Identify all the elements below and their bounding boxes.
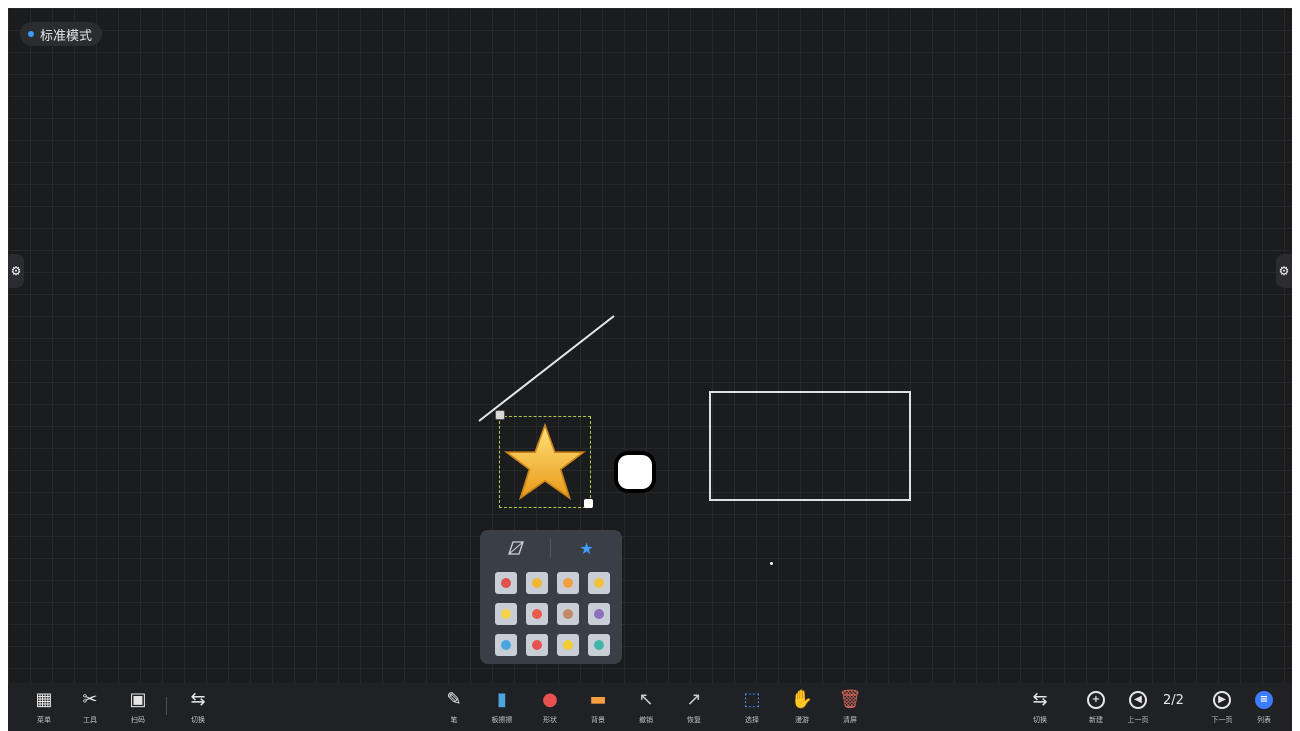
shape-label: 形状: [543, 716, 557, 724]
tools-label: 工具: [83, 716, 97, 724]
bottom-toolbar: 2/2 ▦ 菜单 ✂ 工具 ▣ 扫码 ⇆ 切换 ✎ 笔 ▮ 板擦擦 ● 形状 ▬ 背景 ↖ 撤销 ↗ 恢复 ⬚ 选择 ✋ 漫游…: [8, 683, 1292, 731]
tools-button[interactable]: ✂ 工具: [72, 687, 108, 725]
sticker-star-gold-icon[interactable]: [588, 572, 610, 594]
sticker-red-icon[interactable]: [495, 572, 517, 594]
scan-button[interactable]: ▣ 扫码: [120, 687, 156, 725]
roller-button[interactable]: ▬ 背景: [580, 687, 616, 725]
select-button[interactable]: ⬚ 选择: [734, 687, 770, 725]
prev-circle-icon: ◀: [1125, 687, 1151, 713]
list-button[interactable]: ≡ 列表: [1246, 687, 1282, 725]
panel-tab-divider: [550, 538, 551, 558]
hand-label: 漫游: [795, 716, 809, 724]
sticker-yellow-face-icon[interactable]: [526, 572, 548, 594]
new-page-label: 新建: [1089, 716, 1103, 724]
rounded-square-shape[interactable]: [618, 455, 652, 489]
switch-button[interactable]: ⇆ 切换: [180, 687, 216, 725]
selection-delete-handle[interactable]: [495, 410, 505, 420]
switch-label: 切换: [191, 716, 205, 724]
eraser-icon: ▮: [497, 689, 507, 710]
tools-icon: ✂: [82, 689, 98, 710]
plus-circle-icon: +: [1083, 687, 1109, 713]
whiteboard-window: 标准模式 ⚙ ⚙ ★ 2/2 ▦ 菜单 ✂ 工具 ▣ 扫码 ⇆ 切换 ✎ 笔 ▮…: [8, 8, 1292, 731]
redo-arrow-icon: ↗: [686, 689, 702, 710]
switch-icon: ⇆: [1032, 689, 1048, 710]
grid-apps-icon: ▦: [35, 689, 53, 710]
roller-icon: ▬: [589, 689, 607, 710]
sticker-pencil-icon[interactable]: [557, 603, 579, 625]
eraser-button[interactable]: ▮ 板擦擦: [484, 687, 520, 725]
point-mark[interactable]: [770, 562, 773, 565]
sticker-cloud-icon[interactable]: [588, 634, 610, 656]
pen-button[interactable]: ✎ 笔: [436, 687, 472, 725]
star-shape-selection[interactable]: [499, 416, 591, 508]
qr-icon: ▣: [129, 689, 147, 710]
sticker-red-face-icon[interactable]: [526, 603, 548, 625]
next-page-label: 下一页: [1211, 716, 1233, 724]
prev-page-button[interactable]: ◀ 上一页: [1120, 687, 1156, 725]
switch-right-button[interactable]: ⇆ 切换: [1022, 687, 1058, 725]
polygon-outline-icon: [507, 541, 524, 555]
pen-icon: ✎: [446, 689, 462, 710]
shape-outline-tab[interactable]: [480, 536, 551, 560]
switch-icon: ⇆: [190, 689, 206, 710]
drawing-layer: [478, 315, 615, 422]
list-circle-icon: ≡: [1251, 687, 1277, 713]
shape-panel: ★: [480, 530, 622, 664]
switch-right-label: 切换: [1033, 716, 1047, 724]
next-circle-icon: ▶: [1209, 687, 1235, 713]
shape-icon: ●: [542, 689, 558, 710]
rectangle-shape[interactable]: [709, 391, 911, 501]
selection-resize-handle[interactable]: [584, 499, 593, 508]
page-indicator: 2/2: [1163, 693, 1184, 708]
prev-page-label: 上一页: [1127, 716, 1149, 724]
sticker-grid: [495, 572, 610, 656]
hand-button[interactable]: ✋ 漫游: [784, 687, 820, 725]
clear-button[interactable]: 🗑 清屏: [832, 687, 868, 725]
star-shape[interactable]: [504, 421, 586, 503]
redo-button[interactable]: ↗ 恢复: [676, 687, 712, 725]
clear-label: 清屏: [843, 716, 857, 724]
drawn-line[interactable]: [478, 315, 615, 422]
trash-icon: 🗑: [838, 689, 862, 710]
sticker-plane-icon[interactable]: [495, 634, 517, 656]
sticker-diamond-icon[interactable]: [588, 603, 610, 625]
pen-label: 笔: [450, 716, 458, 724]
next-page-button[interactable]: ▶ 下一页: [1204, 687, 1240, 725]
sticker-star-yellow-icon[interactable]: [557, 634, 579, 656]
menu-button[interactable]: ▦ 菜单: [26, 687, 62, 725]
scan-label: 扫码: [131, 716, 145, 724]
new-page-button[interactable]: + 新建: [1078, 687, 1114, 725]
hand-icon: ✋: [790, 689, 814, 710]
toolbar-divider: [166, 697, 167, 715]
sticker-orange-icon[interactable]: [557, 572, 579, 594]
select-label: 选择: [745, 716, 759, 724]
shape-sticker-tab[interactable]: ★: [551, 536, 622, 560]
undo-arrow-icon: ↖: [638, 689, 654, 710]
shape-button[interactable]: ● 形状: [532, 687, 568, 725]
sticker-lightbulb-icon[interactable]: [495, 603, 517, 625]
redo-label: 恢复: [687, 716, 701, 724]
select-icon: ⬚: [743, 689, 761, 710]
star-icon: ★: [579, 538, 594, 558]
list-label: 列表: [1257, 716, 1271, 724]
eraser-label: 板擦擦: [491, 716, 513, 724]
sticker-heart-icon[interactable]: [526, 634, 548, 656]
undo-label: 撤销: [639, 716, 653, 724]
roller-label: 背景: [591, 716, 605, 724]
menu-label: 菜单: [37, 716, 51, 724]
undo-button[interactable]: ↖ 撤销: [628, 687, 664, 725]
